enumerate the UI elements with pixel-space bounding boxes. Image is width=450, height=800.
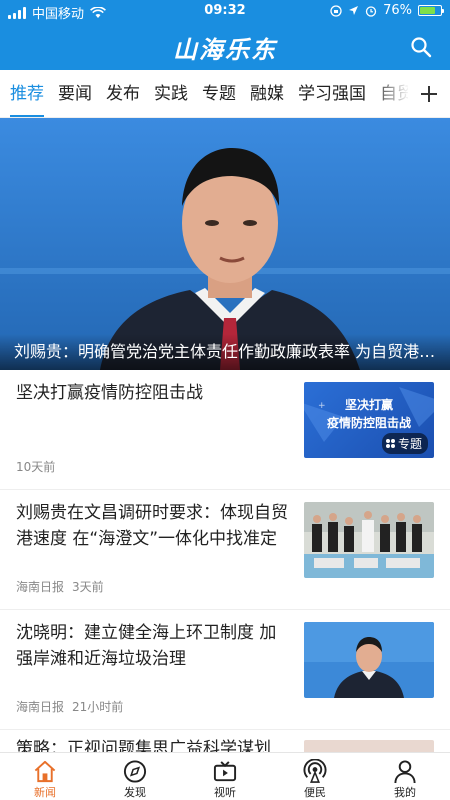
nav-discover[interactable]: 发现	[90, 753, 180, 800]
nav-label: 新闻	[34, 786, 56, 799]
hero-caption: 刘赐贵：明确管党治党主体责任作勤政廉政表率 为自贸港建设提供坚强保证	[14, 342, 439, 361]
alarm-icon	[365, 5, 377, 17]
news-item[interactable]: 沈晓明：建立健全海上环卫制度 加强岸滩和近海垃圾治理 海南日报 21小时前	[0, 610, 450, 730]
nav-av[interactable]: 视听	[180, 753, 270, 800]
nav-label: 我的	[394, 786, 416, 799]
tab-7[interactable]: 学习强国	[298, 70, 366, 117]
search-icon[interactable]	[410, 36, 432, 58]
user-icon	[394, 760, 416, 784]
battery-percent: 76%	[383, 3, 412, 18]
channel-tabs: 推荐要闻发布实践专题融媒学习强国自贸	[0, 70, 450, 118]
news-title: 沈晓明：建立健全海上环卫制度 加强岸滩和近海垃圾治理	[16, 623, 277, 669]
thumb-title: 坚决打赢 疫情防控阻击战	[326, 398, 411, 430]
hero-photo	[0, 118, 450, 370]
news-thumbnail: + + 坚决打赢 疫情防控阻击战 专题	[304, 382, 434, 458]
nav-label: 视听	[214, 786, 236, 799]
home-icon	[34, 760, 56, 783]
top-bar: 中国移动 09:32 76% 山海乐东	[0, 0, 450, 70]
compass-icon	[123, 760, 147, 783]
hero-banner[interactable]: 刘赐贵：明确管党治党主体责任作勤政廉政表率 为自贸港建设提供坚强保证	[0, 118, 450, 370]
lock-rotation-icon	[330, 4, 342, 17]
news-source: 海南日报	[16, 580, 65, 594]
grid-icon	[385, 439, 395, 448]
nav-news[interactable]: 新闻	[0, 753, 90, 800]
bottom-nav: 新闻 发现 视听 便民 我的	[0, 752, 450, 800]
nav-services[interactable]: 便民	[270, 753, 360, 800]
topic-badge: 专题	[381, 433, 428, 454]
news-title: 刘赐贵在文昌调研时要求：体现自贸港速度 在“海澄文”一体化中找准定位	[16, 503, 288, 549]
news-time: 21小时前	[72, 700, 124, 714]
news-title: 坚决打赢疫情防控阻击战	[16, 383, 203, 403]
news-thumbnail	[304, 502, 434, 578]
nav-label: 发现	[124, 786, 146, 799]
app-title: 山海乐东	[173, 35, 277, 64]
news-title: 策略：正视问题集思广益科学谋划	[16, 739, 271, 752]
add-channel-button[interactable]	[408, 70, 450, 117]
tab-6[interactable]: 融媒	[250, 70, 284, 117]
plus-icon	[421, 86, 437, 102]
news-time: 3天前	[72, 580, 104, 594]
news-source: 海南日报	[16, 700, 65, 714]
tv-icon	[213, 761, 237, 782]
tab-2[interactable]: 要闻	[58, 70, 92, 117]
tab-5[interactable]: 专题	[202, 70, 236, 117]
nav-profile[interactable]: 我的	[360, 753, 450, 800]
status-bar: 中国移动 09:32 76%	[0, 0, 450, 22]
news-time: 10天前	[16, 460, 56, 474]
broadcast-icon	[303, 759, 327, 783]
news-thumbnail	[304, 740, 434, 752]
news-item[interactable]: 刘赐贵在文昌调研时要求：体现自贸港速度 在“海澄文”一体化中找准定位 海南日报 3…	[0, 490, 450, 610]
news-item[interactable]: 策略：正视问题集思广益科学谋划	[0, 730, 450, 752]
battery-icon	[418, 5, 444, 16]
nav-label: 便民	[304, 786, 326, 799]
news-item[interactable]: 坚决打赢疫情防控阻击战 10天前 + + 坚决打赢 疫情防控阻击战 专题	[0, 370, 450, 490]
tab-3[interactable]: 发布	[106, 70, 140, 117]
tab-4[interactable]: 实践	[154, 70, 188, 117]
location-icon	[349, 6, 359, 15]
news-thumbnail	[304, 622, 434, 698]
tab-1[interactable]: 推荐	[10, 70, 44, 117]
